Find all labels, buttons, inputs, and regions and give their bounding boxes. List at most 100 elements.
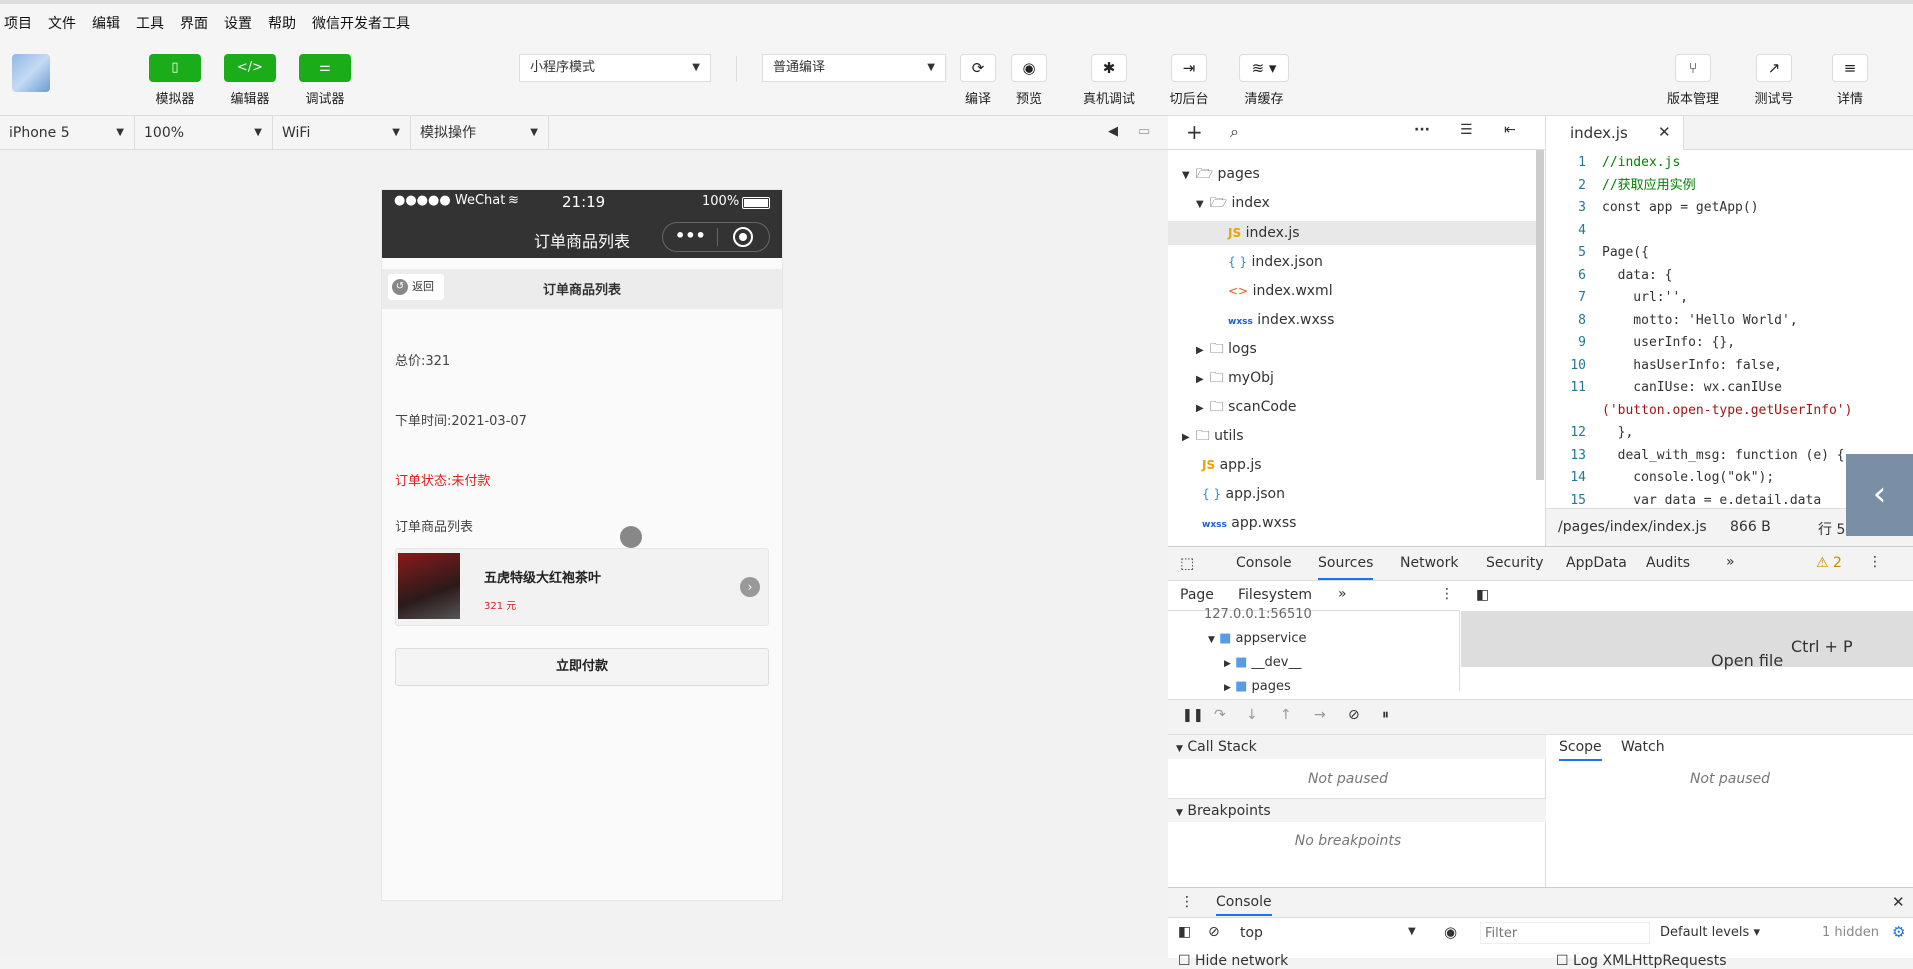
context-select[interactable]: top <box>1240 925 1263 941</box>
call-stack-header[interactable]: ▼ Call Stack <box>1168 735 1546 759</box>
more-tabs-icon[interactable]: » <box>1726 554 1735 570</box>
close-icon[interactable]: ✕ <box>1658 123 1671 141</box>
tree-folder-pages[interactable]: ▼ 🗁 pages <box>1182 162 1260 186</box>
eye-icon[interactable]: ◉ <box>1444 923 1457 941</box>
tree-scrollbar[interactable] <box>1536 150 1544 480</box>
collapse-panel-icon[interactable]: ‹ <box>1846 454 1913 536</box>
step-icon[interactable]: → <box>1314 707 1326 723</box>
tree-appservice[interactable]: ▼ ■ appservice <box>1208 631 1307 646</box>
console-drawer-tab[interactable]: Console <box>1216 894 1272 916</box>
code-line[interactable]: 2 //获取应用实例 <box>1546 175 1695 197</box>
chevron-down-icon[interactable]: ▼ <box>1408 926 1416 937</box>
filter-input[interactable] <box>1480 922 1650 944</box>
tree-host[interactable]: 127.0.0.1:56510 <box>1204 607 1312 622</box>
tree-pages[interactable]: ▶ ■ pages <box>1224 679 1291 694</box>
tree-file-index-wxml[interactable]: <> index.wxml <box>1228 279 1333 303</box>
device-select[interactable]: iPhone 5 ▼ <box>0 116 135 150</box>
tree-file-index-json[interactable]: { } index.json <box>1228 250 1323 274</box>
tab-watch[interactable]: Watch <box>1621 739 1665 755</box>
tree-folder-utils[interactable]: ▶ 🗀 utils <box>1182 424 1244 448</box>
pause-icon[interactable]: ❚❚ <box>1182 708 1204 723</box>
pay-button[interactable]: 立即付款 <box>395 648 769 686</box>
tab-scope[interactable]: Scope <box>1559 739 1602 761</box>
clear-cache-button[interactable]: ≋ ▾ 清缓存 <box>1238 54 1290 107</box>
code-line[interactable]: 13 deal_with_msg: function (e) { <box>1546 445 1844 467</box>
code-line[interactable]: 1 //index.js <box>1546 152 1680 174</box>
code-line[interactable]: 4 <box>1546 220 1602 242</box>
tree-file-app-wxss[interactable]: wxss app.wxss <box>1202 511 1296 535</box>
editor-tab[interactable]: index.js ✕ <box>1546 116 1684 150</box>
network-select[interactable]: WiFi ▼ <box>273 116 411 150</box>
tree-folder-logs[interactable]: ▶ 🗀 logs <box>1196 337 1257 361</box>
deactivate-breakpoints-icon[interactable]: ⊘ <box>1348 707 1360 723</box>
tree-file-app-js[interactable]: JS app.js <box>1202 453 1262 477</box>
sidebar-toggle-icon[interactable]: ◧ <box>1178 924 1191 940</box>
tab-page[interactable]: Page <box>1180 587 1214 603</box>
tab-audits[interactable]: Audits <box>1646 555 1690 571</box>
step-over-icon[interactable]: ↷ <box>1214 707 1226 723</box>
code-line[interactable]: 8 motto: 'Hello World', <box>1546 310 1798 332</box>
tree-folder-scancode[interactable]: ▶ 🗀 scanCode <box>1196 395 1296 419</box>
simulator-button[interactable]: ▯ 模拟器 <box>149 54 201 107</box>
step-out-icon[interactable]: ↑ <box>1280 707 1292 723</box>
details-button[interactable]: ≡ 详情 <box>1825 54 1875 107</box>
tree-folder-index[interactable]: ▼ 🗁 index <box>1196 191 1270 215</box>
code-line[interactable]: 5 Page({ <box>1546 242 1649 264</box>
tab-network[interactable]: Network <box>1400 555 1458 571</box>
menu-devtools[interactable]: 微信开发者工具 <box>312 10 410 38</box>
kebab-icon[interactable]: ⋮ <box>1868 554 1882 570</box>
menu-tools[interactable]: 工具 <box>136 10 164 38</box>
real-debug-button[interactable]: ✱ 真机调试 <box>1076 54 1142 107</box>
code-line[interactable]: 7 url:'', <box>1546 287 1688 309</box>
tree-file-app-json[interactable]: { } app.json <box>1202 482 1285 506</box>
close-icon[interactable]: ✕ <box>1892 893 1905 911</box>
code-line[interactable]: 6 data: { <box>1546 265 1672 287</box>
tree-file-index-wxss[interactable]: wxss index.wxss <box>1228 308 1334 332</box>
speaker-icon[interactable]: ◀ <box>1108 124 1118 139</box>
test-account-button[interactable]: ↗ 测试号 <box>1748 54 1800 107</box>
kebab-icon[interactable]: ⋮ <box>1180 894 1194 910</box>
code-line[interactable]: 11 canIUse: wx.canIUse <box>1546 377 1782 399</box>
tree-file-index-js[interactable]: JS index.js <box>1168 221 1536 245</box>
menu-help[interactable]: 帮助 <box>268 10 296 38</box>
menu-file[interactable]: 文件 <box>48 10 76 38</box>
levels-select[interactable]: Default levels ▾ <box>1660 925 1760 940</box>
capsule-button[interactable]: ••• <box>662 222 770 252</box>
collapse-icon[interactable]: ☰ <box>1460 122 1473 138</box>
tab-sources[interactable]: Sources <box>1318 555 1374 580</box>
kebab-icon[interactable]: ⋮ <box>1440 586 1454 602</box>
tab-appdata[interactable]: AppData <box>1566 555 1627 571</box>
code-line[interactable]: 12 }, <box>1546 422 1633 444</box>
tab-security[interactable]: Security <box>1486 555 1544 571</box>
more-icon[interactable]: ··· <box>1414 122 1430 138</box>
editor-button[interactable]: </> 编辑器 <box>224 54 276 107</box>
avatar[interactable] <box>12 54 50 92</box>
tab-filesystem[interactable]: Filesystem <box>1238 587 1312 603</box>
sim-operation-select[interactable]: 模拟操作 ▼ <box>411 116 549 150</box>
compile-button[interactable]: ⟳ 编译 <box>960 54 996 107</box>
menu-edit[interactable]: 编辑 <box>92 10 120 38</box>
toggle-navigator-icon[interactable]: ◧ <box>1476 587 1489 603</box>
more-tabs-icon[interactable]: » <box>1338 586 1347 602</box>
menu-view[interactable]: 界面 <box>180 10 208 38</box>
clear-console-icon[interactable]: ⊘ <box>1208 924 1220 940</box>
tree-folder-myobj[interactable]: ▶ 🗀 myObj <box>1196 366 1274 390</box>
code-line[interactable]: ('button.open-type.getUserInfo') <box>1546 400 1852 422</box>
compile-mode-select[interactable]: 普通编译 ▼ <box>762 54 946 82</box>
tab-console[interactable]: Console <box>1236 555 1292 571</box>
code-area[interactable]: 1 //index.js 2 //获取应用实例 3 const app = getApp(… <box>1546 150 1913 506</box>
code-line[interactable]: 3 const app = getApp() <box>1546 197 1758 219</box>
tree-dev[interactable]: ▶ ■ __dev__ <box>1224 655 1301 670</box>
background-button[interactable]: ⇥ 切后台 <box>1164 54 1214 107</box>
menu-project[interactable]: 项目 <box>4 10 32 38</box>
window-icon[interactable]: ▭ <box>1138 124 1150 139</box>
debugger-button[interactable]: ⚌ 调试器 <box>299 54 351 107</box>
code-line[interactable]: 9 userInfo: {}, <box>1546 332 1735 354</box>
menu-settings[interactable]: 设置 <box>224 10 252 38</box>
search-icon[interactable]: ⌕ <box>1230 122 1239 142</box>
code-line[interactable]: 15 var data = e.detail.data <box>1546 490 1821 507</box>
log-xhr-checkbox[interactable]: ☐ Log XMLHttpRequests <box>1556 953 1727 969</box>
breakpoints-header[interactable]: ▼ Breakpoints <box>1168 798 1546 822</box>
inspect-icon[interactable]: ⬚ <box>1180 554 1194 572</box>
add-icon[interactable]: + <box>1186 120 1203 144</box>
